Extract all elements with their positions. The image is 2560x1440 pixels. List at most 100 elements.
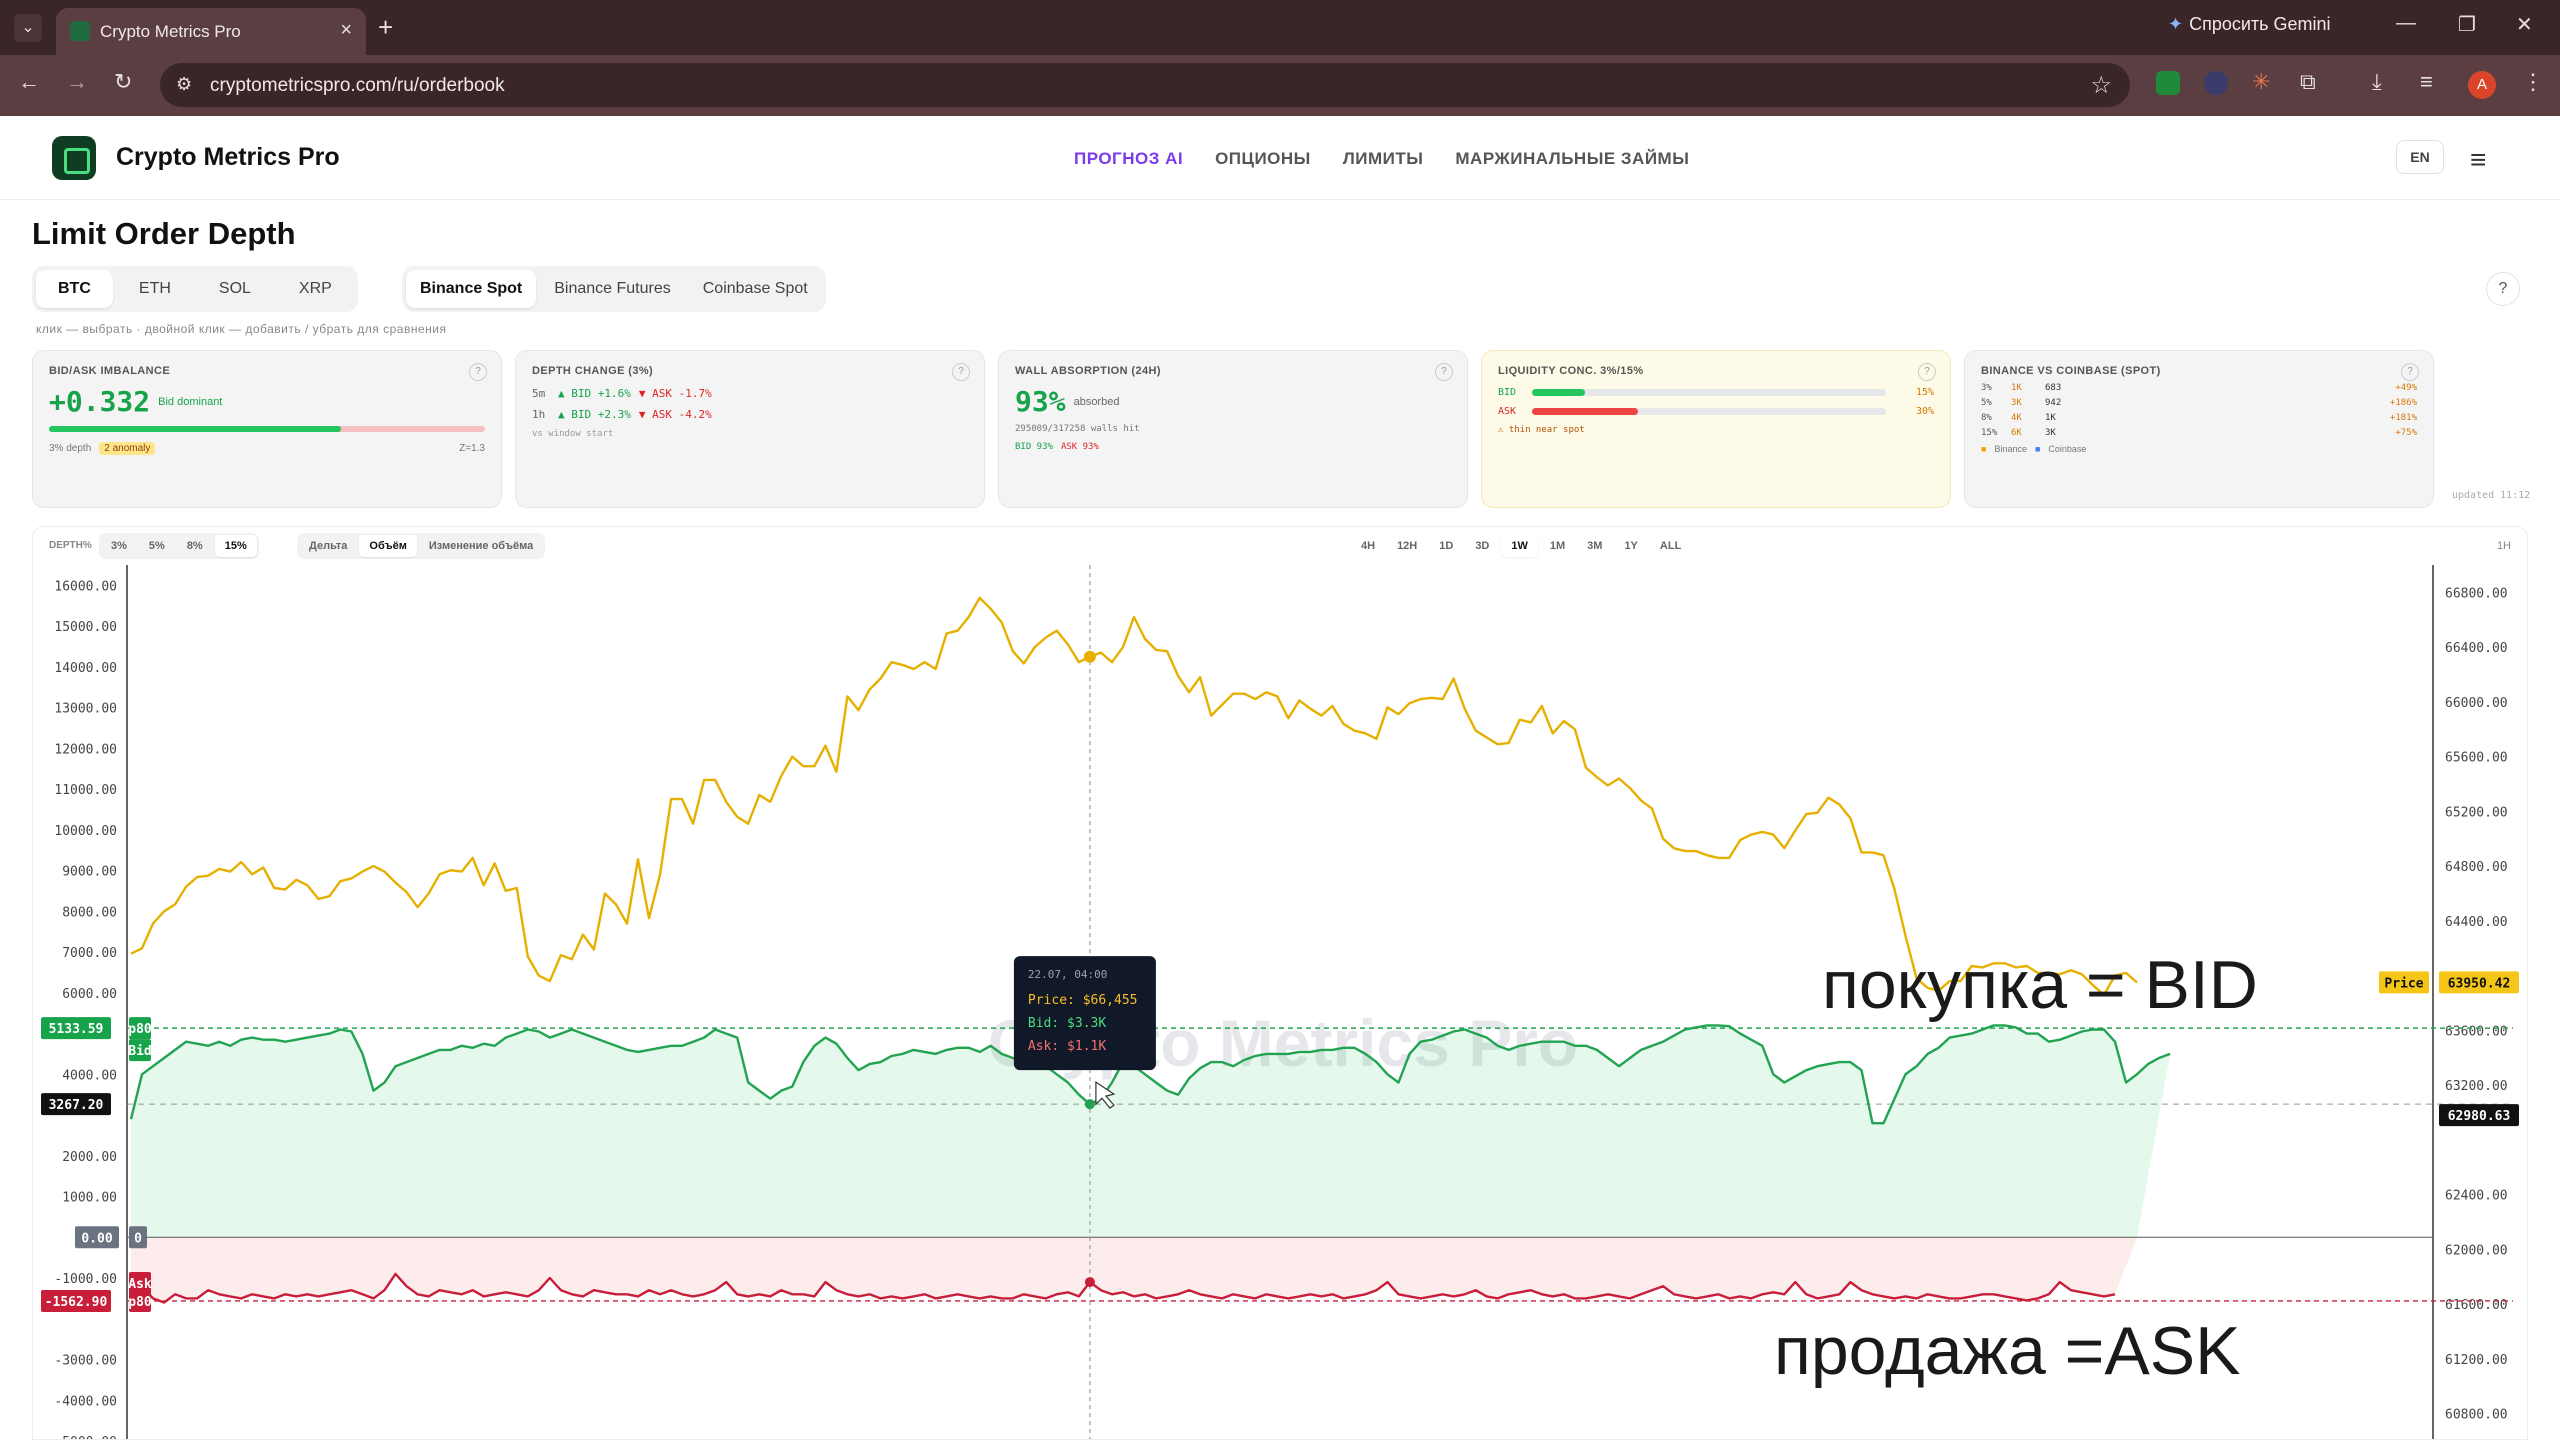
right-tick-label: 64800.00 (2445, 860, 2508, 875)
omnibox[interactable]: ⚙ cryptometricspro.com/ru/orderbook ☆ (160, 63, 2130, 107)
exchange-binance-futures[interactable]: Binance Futures (540, 270, 685, 308)
left-tick-label: 15000.00 (54, 620, 117, 635)
asset-sol[interactable]: SOL (197, 270, 273, 308)
mode-volume-change[interactable]: Изменение объёма (419, 535, 543, 557)
price-series-line (130, 596, 2138, 996)
info-icon[interactable]: ? (1435, 363, 1453, 381)
extensions-puzzle-icon[interactable]: ⧉ (2300, 69, 2316, 95)
browser-tab[interactable]: Crypto Metrics Pro × (56, 8, 366, 55)
left-tick-label: -5000.00 (54, 1435, 117, 1440)
asset-eth[interactable]: ETH (117, 270, 193, 308)
nav-options[interactable]: ОПЦИОНЫ (1215, 149, 1311, 169)
bvc-row: 8% 4K 1K +181% (1981, 413, 2417, 423)
range-1y[interactable]: 1Y (1614, 535, 1647, 557)
range-3m[interactable]: 3M (1577, 535, 1612, 557)
info-icon[interactable]: ? (952, 363, 970, 381)
anomaly-badge: 2 anomaly (99, 442, 156, 455)
chrome-menu-icon[interactable]: ⋮ (2522, 69, 2544, 95)
bid-tag: Bid (128, 1044, 151, 1059)
range-1w[interactable]: 1W (1501, 535, 1538, 557)
ask-area-fill (131, 1237, 2137, 1303)
bvc-row: 5% 3K 942 +186% (1981, 398, 2417, 408)
range-4h[interactable]: 4H (1351, 535, 1385, 557)
left-tick-label: 4000.00 (62, 1068, 117, 1083)
extension-green-icon[interactable] (2156, 71, 2180, 95)
range-12h[interactable]: 12H (1387, 535, 1427, 557)
reload-icon[interactable]: ↻ (114, 69, 132, 95)
wall-value: 93% (1015, 385, 1066, 418)
exchange-binance-spot[interactable]: Binance Spot (406, 270, 537, 308)
range-1m[interactable]: 1M (1540, 535, 1575, 557)
right-tick-label: 62400.00 (2445, 1189, 2508, 1204)
right-tick-label: 63600.00 (2445, 1024, 2508, 1039)
tab-close-icon[interactable]: × (340, 19, 352, 42)
card-title: BID/ASK IMBALANCE (49, 365, 171, 377)
bvc-diff: +186% (2389, 398, 2417, 408)
tooltip-bid: Bid: $3.3K (1028, 1016, 1106, 1031)
range-1d[interactable]: 1D (1429, 535, 1463, 557)
profile-avatar[interactable]: A (2468, 71, 2496, 99)
card-title: LIQUIDITY CONC. 3%/15% (1498, 365, 1644, 377)
zero-badge: 0.00 (81, 1231, 112, 1246)
mode-delta[interactable]: Дельта (299, 535, 357, 557)
depth-5[interactable]: 5% (139, 535, 175, 557)
asset-selector: BTC ETH SOL XRP (32, 266, 358, 312)
help-button[interactable]: ? (2486, 272, 2520, 306)
card-title: BINANCE VS COINBASE (SPOT) (1981, 365, 2161, 377)
info-icon[interactable]: ? (2401, 363, 2419, 381)
brand-logo-icon[interactable] (52, 136, 96, 180)
url-text[interactable]: cryptometricspro.com/ru/orderbook (210, 75, 505, 97)
left-tick-label: 16000.00 (54, 579, 117, 594)
bookmark-star-icon[interactable]: ☆ (2090, 71, 2112, 100)
left-tick-label: 7000.00 (62, 946, 117, 961)
ask-change: ▼ ASK -1.7% (638, 387, 712, 400)
download-icon[interactable]: ⤓ (2372, 69, 2382, 95)
brand-name[interactable]: Crypto Metrics Pro (116, 143, 340, 172)
close-window-icon[interactable]: ✕ (2516, 12, 2533, 37)
right-tick-label: 66800.00 (2445, 586, 2508, 601)
back-icon[interactable]: ← (18, 69, 40, 95)
interval-label[interactable]: 1H (2497, 540, 2511, 552)
info-icon[interactable]: ? (469, 363, 487, 381)
minimize-icon[interactable]: — (2396, 12, 2416, 35)
tab-search-icon[interactable]: ⌄ (14, 14, 42, 42)
forward-icon[interactable]: → (66, 69, 88, 95)
range-3d[interactable]: 3D (1465, 535, 1499, 557)
bid-change: ▲ BID +1.6% (558, 387, 631, 400)
binance-vs-coinbase-card: BINANCE VS COINBASE (SPOT) ? 3% 1K 683 +49%… (1964, 350, 2434, 508)
exchange-coinbase-spot[interactable]: Coinbase Spot (689, 270, 822, 308)
left-tick-label: 8000.00 (62, 905, 117, 920)
nav-ai-forecast[interactable]: ПРОГНОЗ AI (1074, 149, 1183, 169)
price-cursor-point (1083, 650, 1096, 663)
ask-p80-tag: p80 (128, 1295, 152, 1310)
depth-3[interactable]: 3% (101, 535, 137, 557)
liq-ask-bar (1532, 408, 1886, 415)
info-icon[interactable]: ? (1918, 363, 1936, 381)
range-all[interactable]: ALL (1650, 535, 1691, 557)
wall-absorption-card: WALL ABSORPTION (24H) ? 93% absorbed 295… (998, 350, 1468, 508)
price-tag: Price (2384, 976, 2423, 991)
ask-change: ▼ ASK -4.2% (638, 408, 712, 421)
mode-volume[interactable]: Объём (359, 535, 417, 557)
language-toggle[interactable]: EN (2396, 140, 2444, 174)
asset-btc[interactable]: BTC (36, 270, 113, 308)
gemini-button[interactable]: ✦ Спросить Gemini (2168, 14, 2331, 35)
media-icon[interactable]: ≡ (2420, 69, 2433, 95)
hamburger-menu-icon[interactable]: ≡ (2470, 144, 2486, 176)
liq-ask-value: 30% (1915, 406, 1934, 417)
new-tab-icon[interactable]: + (378, 12, 393, 43)
nav-margin-loans[interactable]: МАРЖИНАЛЬНЫЕ ЗАЙМЫ (1455, 149, 1689, 169)
restore-icon[interactable]: ❐ (2458, 12, 2476, 37)
site-info-icon[interactable]: ⚙ (176, 74, 192, 95)
bvc-coinbase: 3K (2045, 428, 2056, 438)
bid-cursor-point (1084, 1099, 1095, 1110)
bvc-binance: 1K (2011, 383, 2022, 393)
extension-blue-icon[interactable] (2204, 71, 2228, 95)
liq-warning: ⚠ thin near spot (1498, 425, 1585, 435)
nav-limits[interactable]: ЛИМИТЫ (1343, 149, 1424, 169)
depth-8[interactable]: 8% (177, 535, 213, 557)
asset-xrp[interactable]: XRP (277, 270, 354, 308)
extension-asterisk-icon[interactable]: ✳ (2252, 69, 2270, 95)
depth-15[interactable]: 15% (214, 535, 257, 557)
bvc-coinbase: 683 (2045, 383, 2062, 393)
